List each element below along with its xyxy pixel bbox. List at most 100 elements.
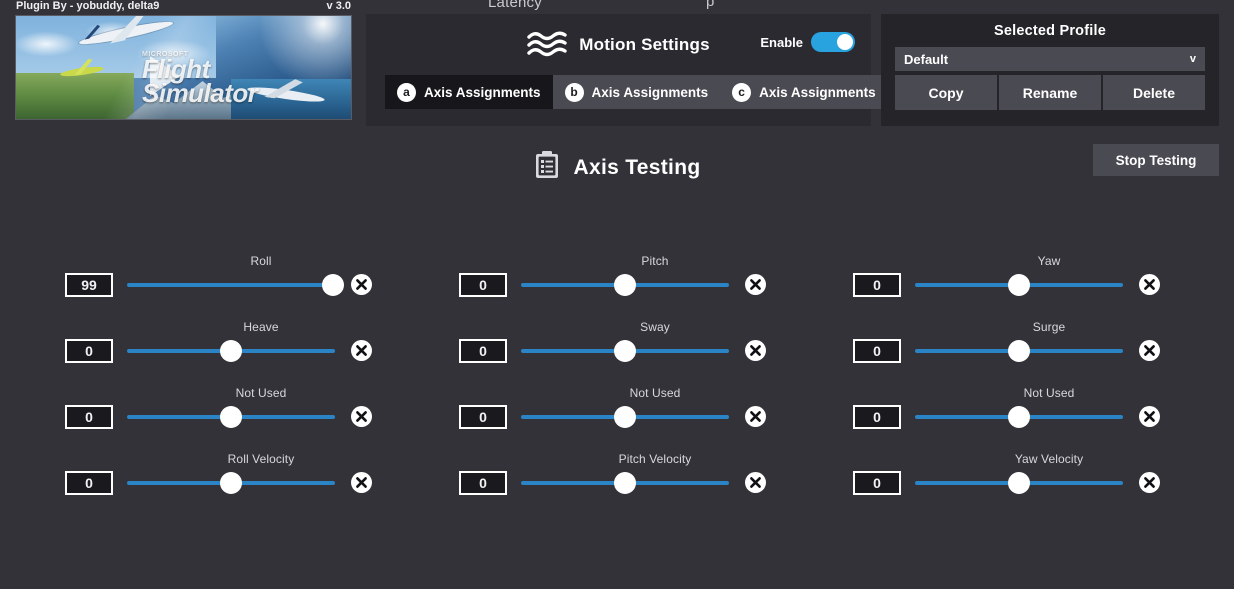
- axis-value-input[interactable]: 0: [853, 339, 901, 363]
- axis-testing-header: Axis Testing Stop Testing: [0, 144, 1234, 192]
- enable-toggle[interactable]: [811, 32, 855, 52]
- slider-thumb[interactable]: [220, 472, 242, 494]
- close-circle-icon[interactable]: [745, 340, 766, 361]
- close-circle-icon[interactable]: [351, 406, 372, 427]
- propeller-plane-icon: [59, 64, 105, 79]
- rename-profile-button[interactable]: Rename: [999, 75, 1101, 110]
- axis-control-not-used-8: Not Used 0: [853, 380, 1234, 446]
- close-circle-icon[interactable]: [351, 340, 372, 361]
- airliner-icon: [78, 18, 174, 48]
- axis-value-input[interactable]: 0: [853, 273, 901, 297]
- close-circle-icon[interactable]: [351, 274, 372, 295]
- axis-label: Not Used: [1023, 386, 1075, 400]
- axis-slider[interactable]: [915, 405, 1123, 429]
- axis-value-input[interactable]: 99: [65, 273, 113, 297]
- motion-settings-header: Motion Settings Enable: [366, 14, 871, 70]
- slider-thumb[interactable]: [1008, 406, 1030, 428]
- slider-thumb[interactable]: [614, 274, 636, 296]
- close-circle-icon[interactable]: [1139, 472, 1160, 493]
- enable-toggle-group: Enable: [760, 32, 855, 52]
- slider-thumb[interactable]: [220, 340, 242, 362]
- flight-simulator-banner[interactable]: MICROSOFT Flight Simulator: [15, 15, 352, 120]
- close-circle-icon[interactable]: [745, 472, 766, 493]
- axis-control-sway-4: Sway 0: [459, 314, 853, 380]
- axis-value-input[interactable]: 0: [65, 339, 113, 363]
- toggle-knob: [837, 34, 853, 50]
- tab-c-label: Axis Assignments: [759, 84, 876, 100]
- axis-assignment-tabs: a Axis Assignments b Axis Assignments c …: [385, 75, 888, 109]
- axis-slider[interactable]: [915, 273, 1123, 297]
- axis-slider[interactable]: [127, 339, 335, 363]
- axis-row: Not Used 0 Not Used 0 Not Used 0: [0, 380, 1234, 446]
- plugin-splash-block: Plugin By - yobuddy, delta9 v 3.0 MICROS…: [15, 0, 352, 120]
- axis-row: Heave 0 Sway 0 Surge 0: [0, 314, 1234, 380]
- axis-label: Roll: [250, 254, 272, 268]
- delete-profile-button[interactable]: Delete: [1103, 75, 1205, 110]
- selected-profile-panel: Selected Profile Default v Copy Rename D…: [881, 14, 1219, 126]
- axis-slider[interactable]: [915, 471, 1123, 495]
- close-circle-icon[interactable]: [745, 406, 766, 427]
- profile-action-buttons: Copy Rename Delete: [895, 75, 1205, 110]
- axis-control-yaw-velocity-11: Yaw Velocity 0: [853, 446, 1234, 512]
- axis-label: Not Used: [235, 386, 287, 400]
- axis-slider[interactable]: [127, 405, 335, 429]
- slider-thumb[interactable]: [614, 340, 636, 362]
- axis-slider[interactable]: [521, 339, 729, 363]
- axis-control-not-used-6: Not Used 0: [65, 380, 459, 446]
- slider-thumb[interactable]: [1008, 472, 1030, 494]
- axis-control-not-used-7: Not Used 0: [459, 380, 853, 446]
- axis-value-input[interactable]: 0: [459, 339, 507, 363]
- axis-row: Roll Velocity 0 Pitch Velocity 0 Yaw Velocit…: [0, 446, 1234, 512]
- close-circle-icon[interactable]: [1139, 340, 1160, 361]
- axis-label: Pitch: [641, 254, 669, 268]
- close-circle-icon[interactable]: [1139, 406, 1160, 427]
- axis-control-yaw-2: Yaw 0: [853, 248, 1234, 314]
- stop-testing-button[interactable]: Stop Testing: [1093, 144, 1219, 176]
- axis-value-input[interactable]: 0: [459, 273, 507, 297]
- axis-testing-title-group: Axis Testing: [0, 150, 1234, 185]
- axis-slider[interactable]: [127, 273, 344, 297]
- copy-profile-button[interactable]: Copy: [895, 75, 997, 110]
- letter-a-icon: a: [397, 82, 416, 102]
- axis-value-input[interactable]: 0: [65, 471, 113, 495]
- letter-c-icon: c: [732, 82, 752, 102]
- close-circle-icon[interactable]: [351, 472, 372, 493]
- axis-label: Not Used: [629, 386, 681, 400]
- profile-dropdown[interactable]: Default v: [895, 47, 1205, 71]
- axis-value-input[interactable]: 0: [459, 471, 507, 495]
- slider-thumb[interactable]: [614, 406, 636, 428]
- axis-value-input[interactable]: 0: [853, 405, 901, 429]
- slider-thumb[interactable]: [321, 274, 344, 296]
- slider-thumb[interactable]: [1008, 274, 1030, 296]
- axis-testing-grid: Roll 99 Pitch 0 Yaw 0 Heave 0 Sway 0 Surge 0 Not Use…: [0, 248, 1234, 512]
- axis-control-pitch-velocity-10: Pitch Velocity 0: [459, 446, 853, 512]
- enable-label: Enable: [760, 34, 803, 50]
- waves-icon: [527, 30, 567, 60]
- motion-settings-panel: Motion Settings Enable a Axis Assignment…: [366, 14, 888, 126]
- axis-value-input[interactable]: 0: [853, 471, 901, 495]
- close-circle-icon[interactable]: [745, 274, 766, 295]
- axis-label: Surge: [1032, 320, 1066, 334]
- tab-axis-assignments-c[interactable]: c Axis Assignments: [720, 75, 888, 109]
- axis-label: Yaw: [1037, 254, 1061, 268]
- chevron-down-icon: v: [1189, 53, 1196, 65]
- tab-axis-assignments-a[interactable]: a Axis Assignments: [385, 75, 553, 109]
- axis-slider[interactable]: [521, 405, 729, 429]
- wordmark-simulator-text: Simulator: [142, 78, 258, 109]
- axis-label: Sway: [640, 320, 670, 334]
- slider-thumb[interactable]: [614, 472, 636, 494]
- slider-thumb[interactable]: [220, 406, 242, 428]
- letter-b-icon: b: [564, 82, 584, 102]
- slider-thumb[interactable]: [1008, 340, 1030, 362]
- tab-axis-assignments-b[interactable]: b Axis Assignments: [552, 75, 721, 109]
- ground-fragment: [16, 73, 134, 119]
- axis-slider[interactable]: [521, 471, 729, 495]
- axis-slider[interactable]: [915, 339, 1123, 363]
- axis-slider[interactable]: [521, 273, 729, 297]
- latency-label-clipped: Latency: [488, 0, 542, 11]
- close-circle-icon[interactable]: [1139, 274, 1160, 295]
- axis-value-input[interactable]: 0: [459, 405, 507, 429]
- axis-value-input[interactable]: 0: [65, 405, 113, 429]
- plugin-version-text: v 3.0: [326, 0, 351, 12]
- axis-slider[interactable]: [127, 471, 335, 495]
